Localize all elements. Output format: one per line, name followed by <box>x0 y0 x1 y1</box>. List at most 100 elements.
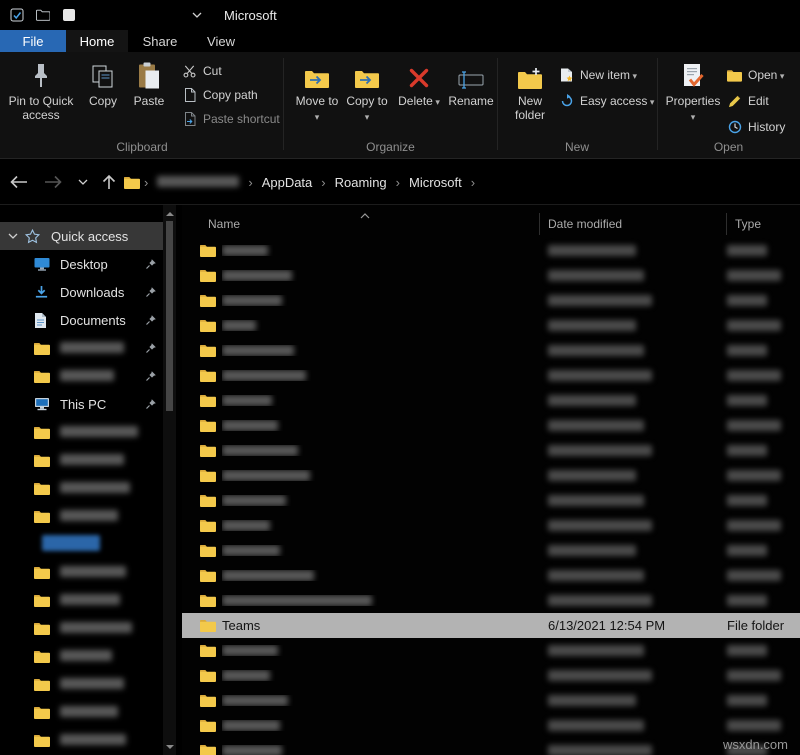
properties-toolbar-icon[interactable] <box>4 2 30 28</box>
up-button[interactable] <box>96 169 122 195</box>
tab-share[interactable]: Share <box>128 30 192 52</box>
file-row-redacted[interactable] <box>182 313 800 338</box>
group-separator <box>283 58 284 150</box>
rename-button[interactable]: Rename <box>445 58 497 108</box>
file-row-redacted[interactable] <box>182 713 800 738</box>
sidebar-item-desktop[interactable]: Desktop <box>0 250 163 278</box>
redacted-date-modified <box>548 495 727 506</box>
new-item-button[interactable]: New item <box>559 64 637 86</box>
file-row-redacted[interactable] <box>182 338 800 363</box>
tab-home[interactable]: Home <box>66 30 128 52</box>
folder-icon <box>200 269 216 282</box>
file-row-redacted[interactable] <box>182 538 800 563</box>
sidebar-item-redacted[interactable] <box>0 418 163 446</box>
move-to-button[interactable]: Move to <box>293 58 341 124</box>
copy-button[interactable]: Copy <box>82 58 124 108</box>
chevron-down-icon[interactable] <box>8 233 18 239</box>
sidebar-item-redacted[interactable] <box>0 558 163 586</box>
file-row-redacted[interactable] <box>182 363 800 388</box>
sidebar-item-redacted[interactable] <box>0 446 163 474</box>
group-label-organize: Organize <box>284 140 497 154</box>
sidebar-item-redacted[interactable] <box>0 502 163 530</box>
scroll-down-icon[interactable] <box>163 741 176 753</box>
breadcrumb-segment-microsoft[interactable]: Microsoft <box>400 175 471 190</box>
file-row-redacted[interactable] <box>182 663 800 688</box>
scrollbar-thumb[interactable] <box>166 221 173 411</box>
file-row-redacted[interactable] <box>182 388 800 413</box>
tab-view[interactable]: View <box>192 30 250 52</box>
breadcrumb-segment-roaming[interactable]: Roaming <box>326 175 396 190</box>
redacted-file-name <box>222 245 548 256</box>
sidebar-item-redacted[interactable] <box>0 474 163 502</box>
file-row-redacted[interactable] <box>182 263 800 288</box>
forward-button[interactable] <box>40 169 66 195</box>
copy-to-button[interactable]: Copy to <box>343 58 391 124</box>
paste-shortcut-button[interactable]: Paste shortcut <box>182 108 280 130</box>
sidebar-item-documents[interactable]: Documents <box>0 306 163 334</box>
sidebar-item-redacted[interactable] <box>0 670 163 698</box>
new-folder-button[interactable]: New folder <box>505 58 555 122</box>
cut-button[interactable]: Cut <box>182 60 222 82</box>
properties-button[interactable]: Properties <box>663 58 723 124</box>
star-icon <box>25 229 43 244</box>
recent-locations-chevron-icon[interactable] <box>70 169 96 195</box>
history-button[interactable]: History <box>727 116 785 138</box>
scroll-up-icon[interactable] <box>163 207 176 219</box>
column-divider[interactable] <box>539 213 540 235</box>
file-row-redacted[interactable] <box>182 688 800 713</box>
folder-icon <box>34 482 52 495</box>
redacted-date-modified <box>548 370 727 381</box>
file-row-redacted[interactable] <box>182 513 800 538</box>
sidebar-item-redacted[interactable] <box>0 334 163 362</box>
file-row-redacted[interactable] <box>182 588 800 613</box>
folder-icon <box>200 244 216 257</box>
redacted-label <box>60 621 132 636</box>
file-row-redacted[interactable] <box>182 288 800 313</box>
column-header-type[interactable]: Type <box>735 217 761 231</box>
sidebar-item-redacted[interactable] <box>0 698 163 726</box>
file-row-redacted[interactable] <box>182 463 800 488</box>
paste-icon <box>137 58 161 90</box>
redacted-date-modified <box>548 445 727 456</box>
sidebar-item-downloads[interactable]: Downloads <box>0 278 163 306</box>
sidebar-item-quick-access[interactable]: Quick access <box>0 222 163 250</box>
file-row-redacted[interactable] <box>182 563 800 588</box>
file-row-redacted[interactable] <box>182 238 800 263</box>
folder-icon <box>34 678 52 691</box>
tab-file[interactable]: File <box>0 30 66 52</box>
sidebar-item-this-pc[interactable]: This PC <box>0 390 163 418</box>
open-button[interactable]: Open <box>727 64 784 86</box>
folder-toolbar-icon[interactable] <box>30 2 56 28</box>
column-divider[interactable] <box>726 213 727 235</box>
file-row-redacted[interactable] <box>182 638 800 663</box>
file-row-redacted[interactable] <box>182 738 800 755</box>
pin-to-quick-access-button[interactable]: Pin to Quick access <box>4 58 78 122</box>
delete-button[interactable]: Delete <box>395 58 443 109</box>
column-header-date-modified[interactable]: Date modified <box>548 217 622 231</box>
breadcrumb-segment-redacted[interactable] <box>148 175 248 190</box>
folder-icon <box>200 694 216 707</box>
sidebar-item-redacted[interactable] <box>0 362 163 390</box>
file-row-redacted[interactable] <box>182 488 800 513</box>
breadcrumb-segment-appdata[interactable]: AppData <box>253 175 322 190</box>
paste-button[interactable]: Paste <box>126 58 172 108</box>
sidebar-item-redacted[interactable] <box>0 530 163 558</box>
redacted-file-type <box>727 495 800 506</box>
easy-access-button[interactable]: Easy access <box>559 90 654 112</box>
edit-button[interactable]: Edit <box>727 90 769 112</box>
quick-access-toolbar-chevron-icon[interactable] <box>184 2 210 28</box>
column-header-name[interactable]: Name <box>208 217 240 231</box>
file-row-teams[interactable]: Teams6/13/2021 12:54 PMFile folder <box>182 613 800 638</box>
sidebar-item-redacted[interactable] <box>0 614 163 642</box>
sidebar-item-redacted[interactable] <box>0 586 163 614</box>
copy-path-button[interactable]: Copy path <box>182 84 258 106</box>
sidebar-scrollbar[interactable] <box>163 205 176 755</box>
back-button[interactable] <box>6 169 32 195</box>
group-separator <box>497 58 498 150</box>
sidebar-item-redacted[interactable] <box>0 642 163 670</box>
file-row-redacted[interactable] <box>182 413 800 438</box>
file-row-redacted[interactable] <box>182 438 800 463</box>
sidebar-item-redacted[interactable] <box>0 726 163 754</box>
redacted-file-type <box>727 570 800 581</box>
group-label-new: New <box>497 140 657 154</box>
